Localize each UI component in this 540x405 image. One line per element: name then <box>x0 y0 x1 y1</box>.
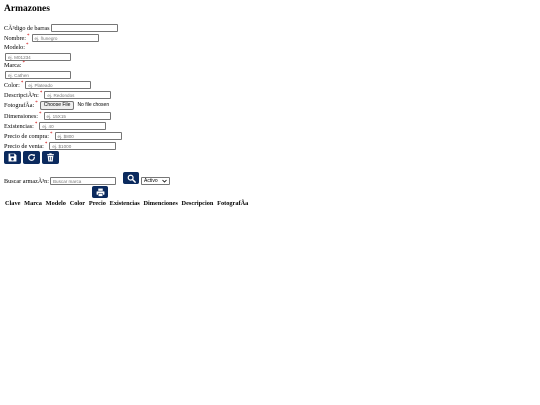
brand-required-mark: * <box>22 61 26 66</box>
name-required-mark: * <box>27 33 30 39</box>
col-fotografia: FotografÃ­a <box>217 200 249 207</box>
purchase-price-input[interactable]: ej. $800 <box>54 132 122 140</box>
color-row: Color: * ej. Plateado <box>4 80 92 89</box>
save-icon <box>8 153 17 162</box>
stock-row: Existencias: * ej. 40 <box>4 121 107 130</box>
sale-price-row: Precio de venta: * ej. $1000 <box>4 141 117 150</box>
name-label: Nombre: <box>4 34 26 42</box>
photo-row: FotografÃ­a: * Choose File No file chose… <box>4 101 109 110</box>
description-row: DescripciÃ³n: * ej. Redondos <box>4 90 112 99</box>
table-header: Clave Marca Modelo Color Precio Existenc… <box>5 200 250 207</box>
file-status: No file chosen <box>77 102 110 109</box>
col-modelo: Modelo <box>45 200 66 207</box>
model-input[interactable]: ej. M01234 <box>5 53 71 61</box>
search-label: Buscar armazÃ³n: <box>4 177 49 185</box>
model-label: Modelo: <box>4 44 25 51</box>
brand-label-row: Marca: * <box>4 61 26 69</box>
sale-price-required-mark: * <box>44 141 48 147</box>
delete-button[interactable] <box>42 151 59 164</box>
brand-label: Marca: <box>4 62 22 69</box>
search-button[interactable] <box>123 172 139 184</box>
color-input[interactable]: ej. Plateado <box>25 81 92 89</box>
search-row: Buscar armazÃ³n: Buscar marca <box>4 177 116 185</box>
col-existencias: Existencias <box>109 200 140 207</box>
model-label-row: Modelo: * <box>4 43 29 51</box>
col-marca: Marca <box>24 200 42 207</box>
search-icon <box>127 174 136 183</box>
stock-label: Existencias: <box>4 122 34 130</box>
col-dimenciones: Dimenciones <box>143 200 178 207</box>
save-button[interactable] <box>4 151 21 164</box>
refresh-icon <box>28 154 35 161</box>
photo-label: FotografÃ­a: <box>4 101 35 109</box>
description-label: DescripciÃ³n: <box>4 91 39 99</box>
refresh-button[interactable] <box>23 151 40 164</box>
name-input[interactable]: ej. ñunegro <box>31 34 99 42</box>
chevron-down-icon <box>162 179 167 183</box>
barcode-row: CÃ³digo de barras <box>4 24 118 32</box>
col-clave: Clave <box>5 200 21 207</box>
sale-price-input[interactable]: ej. $1000 <box>49 142 117 150</box>
print-button[interactable] <box>92 186 108 198</box>
brand-input[interactable]: ej. Cathen <box>5 71 71 79</box>
photo-required-mark: * <box>35 100 38 106</box>
dimensions-required-mark: * <box>39 111 42 117</box>
stock-input[interactable]: ej. 40 <box>39 122 107 130</box>
barcode-label: CÃ³digo de barras <box>4 24 50 32</box>
sale-price-label: Precio de venta: <box>4 142 44 150</box>
page-title: Armazones <box>4 4 50 14</box>
name-row: Nombre: * ej. ñunegro <box>4 34 99 42</box>
color-label: Color: <box>4 81 20 89</box>
color-required-mark: * <box>20 80 24 86</box>
status-select-value: Activo <box>144 178 158 184</box>
col-precio: Precio <box>88 200 106 207</box>
description-required-mark: * <box>39 90 43 96</box>
dimensions-label: Dimensiones: <box>4 112 39 120</box>
purchase-price-label: Precio de compra: <box>4 132 50 140</box>
col-color: Color <box>69 200 86 207</box>
search-input[interactable]: Buscar marca <box>49 177 116 185</box>
trash-icon <box>47 153 54 162</box>
description-input[interactable]: ej. Redondos <box>44 91 112 99</box>
choose-file-button[interactable]: Choose File <box>39 101 75 110</box>
purchase-price-required-mark: * <box>50 131 53 137</box>
status-select[interactable]: Activo <box>141 177 170 185</box>
barcode-input[interactable] <box>50 24 118 32</box>
model-required-mark: * <box>25 43 29 48</box>
stock-required-mark: * <box>34 121 38 127</box>
col-descripcion: Descripcion <box>181 200 214 207</box>
print-icon <box>96 188 104 197</box>
dimensions-row: Dimensiones: * ej. 15X15 <box>4 112 111 120</box>
dimensions-input[interactable]: ej. 15X15 <box>43 112 111 120</box>
purchase-price-row: Precio de compra: * ej. $800 <box>4 132 122 140</box>
